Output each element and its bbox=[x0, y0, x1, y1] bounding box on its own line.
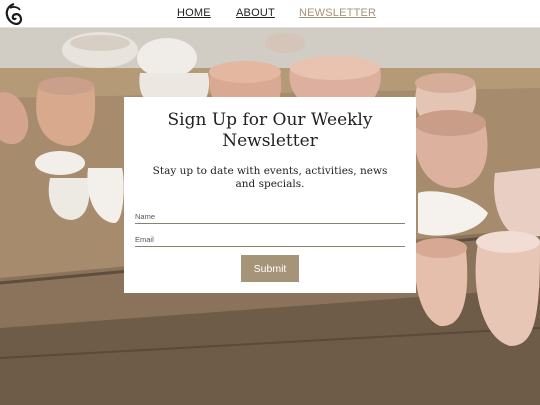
nav-newsletter-link[interactable]: NEWSLETTER bbox=[299, 7, 376, 19]
email-field[interactable] bbox=[135, 233, 405, 247]
top-navbar: HOME ABOUT NEWSLETTER bbox=[0, 0, 540, 28]
newsletter-signup-card: Sign Up for Our Weekly Newsletter Stay u… bbox=[124, 97, 416, 293]
signup-subtitle: Stay up to date with events, activities,… bbox=[152, 165, 388, 190]
nav-about-link[interactable]: ABOUT bbox=[236, 7, 275, 19]
submit-button[interactable]: Submit bbox=[241, 255, 299, 282]
nav-home-link[interactable]: HOME bbox=[177, 7, 211, 19]
ceramic-bowls-logo-icon[interactable] bbox=[5, 3, 23, 25]
name-field[interactable] bbox=[135, 210, 405, 224]
signup-title: Sign Up for Our Weekly Newsletter bbox=[167, 110, 373, 151]
